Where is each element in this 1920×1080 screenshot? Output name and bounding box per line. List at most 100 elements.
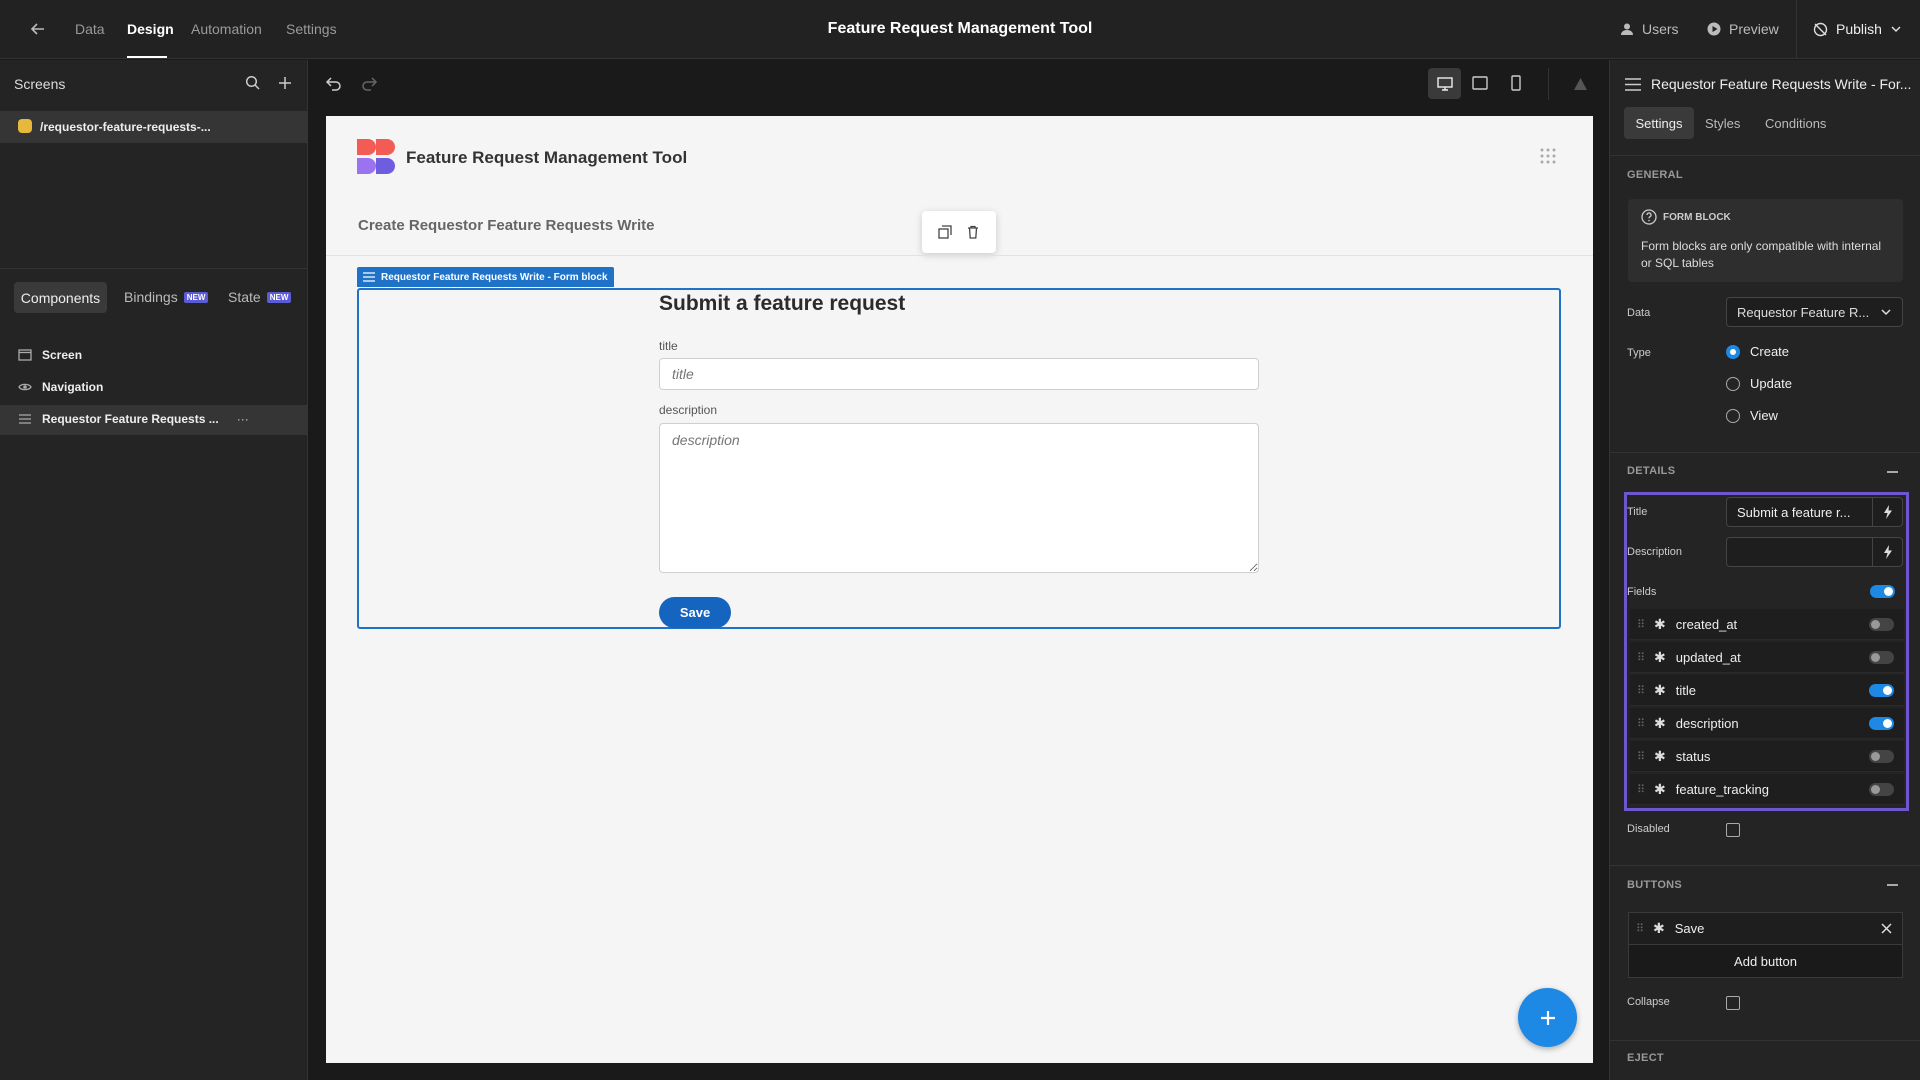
field-row-updated-at[interactable]: ⠿ ✱ updated_at	[1630, 642, 1904, 673]
drag-handle-icon[interactable]: ⠿	[1634, 618, 1648, 631]
tab-components[interactable]: Components	[14, 282, 107, 313]
field-row-title[interactable]: ⠿ ✱ title	[1630, 675, 1904, 706]
description-setting-input[interactable]	[1726, 537, 1903, 567]
divider	[1609, 155, 1920, 156]
tab-conditions[interactable]: Conditions	[1765, 116, 1826, 131]
collapse-section-icon[interactable]	[1887, 471, 1898, 473]
field-visibility-toggle[interactable]	[1869, 749, 1894, 763]
field-row-created-at[interactable]: ⠿ ✱ created_at	[1630, 609, 1904, 640]
tree-item-screen[interactable]: Screen	[18, 348, 82, 362]
add-component-button[interactable]	[1518, 988, 1577, 1047]
duplicate-icon[interactable]	[938, 225, 952, 239]
data-source-select[interactable]: Requestor Feature R...	[1726, 297, 1903, 327]
type-radio-view[interactable]: View	[1726, 408, 1778, 423]
publish-label: Publish	[1836, 21, 1882, 37]
type-radio-update[interactable]: Update	[1726, 376, 1792, 391]
users-button[interactable]: Users	[1620, 21, 1679, 37]
gear-icon[interactable]: ✱	[1654, 616, 1666, 633]
component-title: Requestor Feature Requests Write - For..…	[1651, 76, 1912, 92]
tab-settings-panel[interactable]: Settings	[1624, 107, 1694, 139]
form-block-tag[interactable]: Requestor Feature Requests Write - Form …	[357, 267, 614, 287]
drag-handle-icon[interactable]: ⠿	[1634, 651, 1648, 664]
tab-data[interactable]: Data	[75, 21, 105, 37]
trash-icon[interactable]	[966, 225, 980, 239]
list-icon	[363, 272, 375, 282]
active-tab-underline	[127, 56, 167, 58]
tree-item-navigation[interactable]: Navigation	[18, 380, 103, 394]
radio-empty-icon	[1726, 376, 1740, 391]
close-icon[interactable]	[1881, 923, 1892, 934]
eject-heading: EJECT	[1627, 1052, 1664, 1064]
divider	[1609, 452, 1920, 453]
lightning-icon[interactable]	[1872, 538, 1902, 566]
mobile-view-icon[interactable]	[1510, 75, 1522, 91]
info-header: FORM BLOCK	[1641, 209, 1731, 225]
title-input[interactable]	[659, 358, 1259, 390]
field-name: status	[1675, 748, 1711, 764]
type-radio-create[interactable]: Create	[1726, 344, 1789, 359]
field-name: updated_at	[1675, 649, 1741, 665]
fields-toggle[interactable]	[1870, 585, 1895, 598]
desktop-view-icon[interactable]	[1428, 68, 1461, 99]
gear-icon[interactable]: ✱	[1654, 748, 1666, 765]
save-button[interactable]: Save	[659, 597, 731, 628]
field-label-description: description	[659, 403, 718, 417]
drag-handle-icon[interactable]: ⠿	[1634, 783, 1648, 796]
field-visibility-toggle[interactable]	[1869, 617, 1894, 631]
collapse-label: Collapse	[1627, 996, 1670, 1008]
tree-item-form-block[interactable]: Requestor Feature Requests ... ···	[18, 412, 249, 426]
button-item-save[interactable]: ⠿ ✱ Save	[1628, 912, 1903, 944]
field-row-feature-tracking[interactable]: ⠿ ✱ feature_tracking	[1630, 774, 1904, 805]
general-heading: GENERAL	[1627, 169, 1683, 181]
new-badge: NEW	[183, 291, 209, 303]
tab-styles[interactable]: Styles	[1705, 116, 1740, 131]
title-setting-input[interactable]: Submit a feature r...	[1726, 497, 1903, 527]
gear-icon[interactable]: ✱	[1654, 682, 1666, 699]
collapse-checkbox[interactable]	[1726, 996, 1740, 1010]
lightning-icon[interactable]	[1872, 498, 1902, 526]
drag-handle-icon[interactable]: ⠿	[1634, 717, 1648, 730]
warning-icon[interactable]	[1573, 77, 1588, 91]
field-row-status[interactable]: ⠿ ✱ status	[1630, 741, 1904, 772]
field-name: created_at	[1675, 616, 1738, 632]
tab-state[interactable]: State NEW	[228, 289, 292, 305]
tablet-view-icon[interactable]	[1472, 76, 1488, 90]
add-screen-icon[interactable]	[277, 75, 293, 91]
field-label-title: title	[659, 339, 678, 353]
tree-item-label: Screen	[42, 348, 83, 362]
chevron-down-icon	[1880, 306, 1892, 318]
description-input[interactable]	[659, 423, 1259, 573]
redo-icon[interactable]	[360, 74, 378, 92]
gear-icon[interactable]: ✱	[1654, 649, 1666, 666]
more-options-icon[interactable]: ···	[237, 412, 249, 426]
field-visibility-toggle[interactable]	[1869, 650, 1894, 664]
gear-icon[interactable]: ✱	[1654, 715, 1666, 732]
radio-label: Create	[1750, 344, 1790, 359]
field-row-description[interactable]: ⠿ ✱ description	[1630, 708, 1904, 739]
drag-handle-icon[interactable]: ⠿	[1633, 922, 1647, 935]
back-arrow-icon[interactable]	[29, 20, 47, 38]
type-label: Type	[1627, 347, 1651, 359]
tab-automation[interactable]: Automation	[191, 21, 262, 37]
add-button[interactable]: Add button	[1628, 944, 1903, 978]
tab-bindings[interactable]: Bindings NEW	[124, 289, 209, 305]
drag-handle-icon[interactable]: ⠿	[1634, 750, 1648, 763]
field-visibility-toggle[interactable]	[1869, 782, 1894, 796]
field-visibility-toggle[interactable]	[1869, 683, 1894, 697]
field-visibility-toggle[interactable]	[1869, 716, 1894, 730]
grid-menu-icon[interactable]	[1540, 148, 1556, 164]
gear-icon[interactable]: ✱	[1654, 781, 1666, 798]
publish-button[interactable]: Publish	[1813, 21, 1902, 37]
collapse-section-icon[interactable]	[1887, 884, 1898, 886]
drag-handle-icon[interactable]: ⠿	[1634, 684, 1648, 697]
tab-design[interactable]: Design	[127, 21, 174, 37]
gear-icon[interactable]: ✱	[1653, 920, 1665, 937]
undo-icon[interactable]	[325, 74, 343, 92]
help-circle-icon	[1641, 209, 1657, 225]
preview-label: Preview	[1729, 21, 1779, 37]
tab-settings[interactable]: Settings	[286, 21, 337, 37]
preview-button[interactable]: Preview	[1707, 21, 1779, 37]
disabled-label: Disabled	[1627, 823, 1670, 835]
search-icon[interactable]	[245, 75, 261, 91]
disabled-checkbox[interactable]	[1726, 823, 1740, 837]
